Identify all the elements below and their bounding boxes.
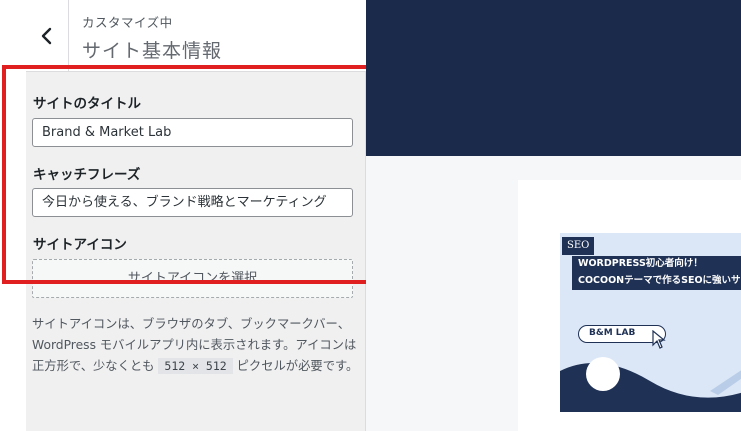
back-button[interactable]	[0, 0, 94, 72]
site-title-input[interactable]: Brand & Market Lab	[32, 118, 353, 147]
preview-post-card[interactable]: SEO WORDPRESS初心者向け！ COCOONテーマで作るSEOに強いサイ…	[518, 180, 741, 431]
circle-graphic	[586, 357, 620, 391]
description-text-2: ピクセルが必要です。	[232, 359, 359, 373]
customizing-label: カスタマイズ中	[82, 15, 173, 30]
chevron-left-icon	[41, 27, 52, 45]
tagline-input[interactable]: 今日から使える、ブランド戦略とマーケティング	[32, 188, 353, 217]
site-title-label: サイトのタイトル	[33, 96, 141, 112]
customizer-panel: カスタマイズ中 サイト基本情報 サイトのタイトル Brand & Market …	[26, 0, 366, 431]
thumbnail-line-1: WORDPRESS初心者向け！	[572, 256, 741, 272]
section-title: サイト基本情報	[82, 40, 223, 62]
post-thumbnail[interactable]: SEO WORDPRESS初心者向け！ COCOONテーマで作るSEOに強いサイ…	[560, 233, 741, 412]
icon-size-code: 512 × 512	[158, 358, 233, 374]
header-divider	[68, 0, 69, 72]
panel-header: カスタマイズ中 サイト基本情報	[26, 0, 366, 72]
site-icon-description: サイトアイコンは、ブラウザのタブ、ブックマークバー、WordPress モバイル…	[32, 314, 360, 377]
select-site-icon-button[interactable]: サイトアイコンを選択	[32, 259, 353, 298]
cursor-icon	[652, 330, 666, 349]
tagline-label: キャッチフレーズ	[33, 167, 141, 183]
site-preview: SEO WORDPRESS初心者向け！ COCOONテーマで作るSEOに強いサイ…	[366, 0, 741, 431]
seo-tag: SEO	[562, 237, 595, 255]
thumbnail-line-2: COCOONテーマで作るSEOに強いサイト	[572, 272, 741, 290]
preview-header	[366, 0, 741, 156]
site-icon-label: サイトアイコン	[33, 237, 127, 253]
